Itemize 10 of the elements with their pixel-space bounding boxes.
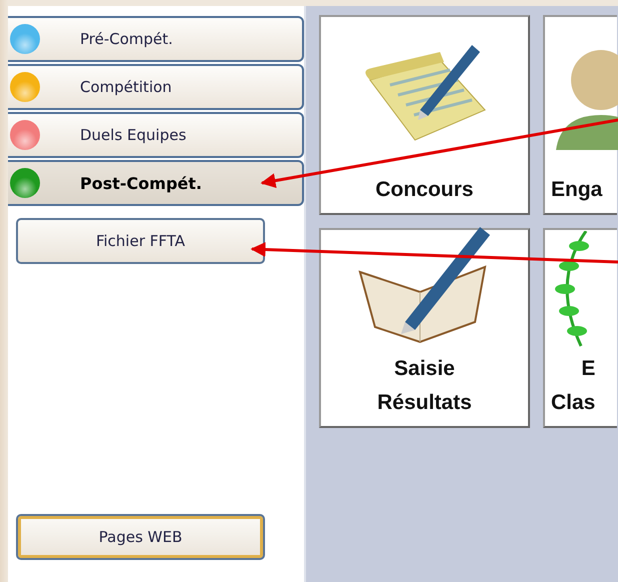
nav-tab[interactable]: Duels Equipes xyxy=(8,112,304,158)
nav-tab[interactable]: Post-Compét. xyxy=(8,160,304,206)
tile-button[interactable]: Enga xyxy=(543,15,617,215)
action-button[interactable]: Fichier FFTA xyxy=(16,218,265,264)
action-button[interactable]: Pages WEB xyxy=(16,514,265,560)
nav-tab[interactable]: Compétition xyxy=(8,64,304,110)
tile-button[interactable]: E Clas xyxy=(543,228,617,428)
tile-button[interactable]: Saisie Résultats xyxy=(319,228,530,428)
nav-tab[interactable]: Pré-Compét. xyxy=(8,16,304,62)
tile-button[interactable]: Concours xyxy=(319,15,530,215)
